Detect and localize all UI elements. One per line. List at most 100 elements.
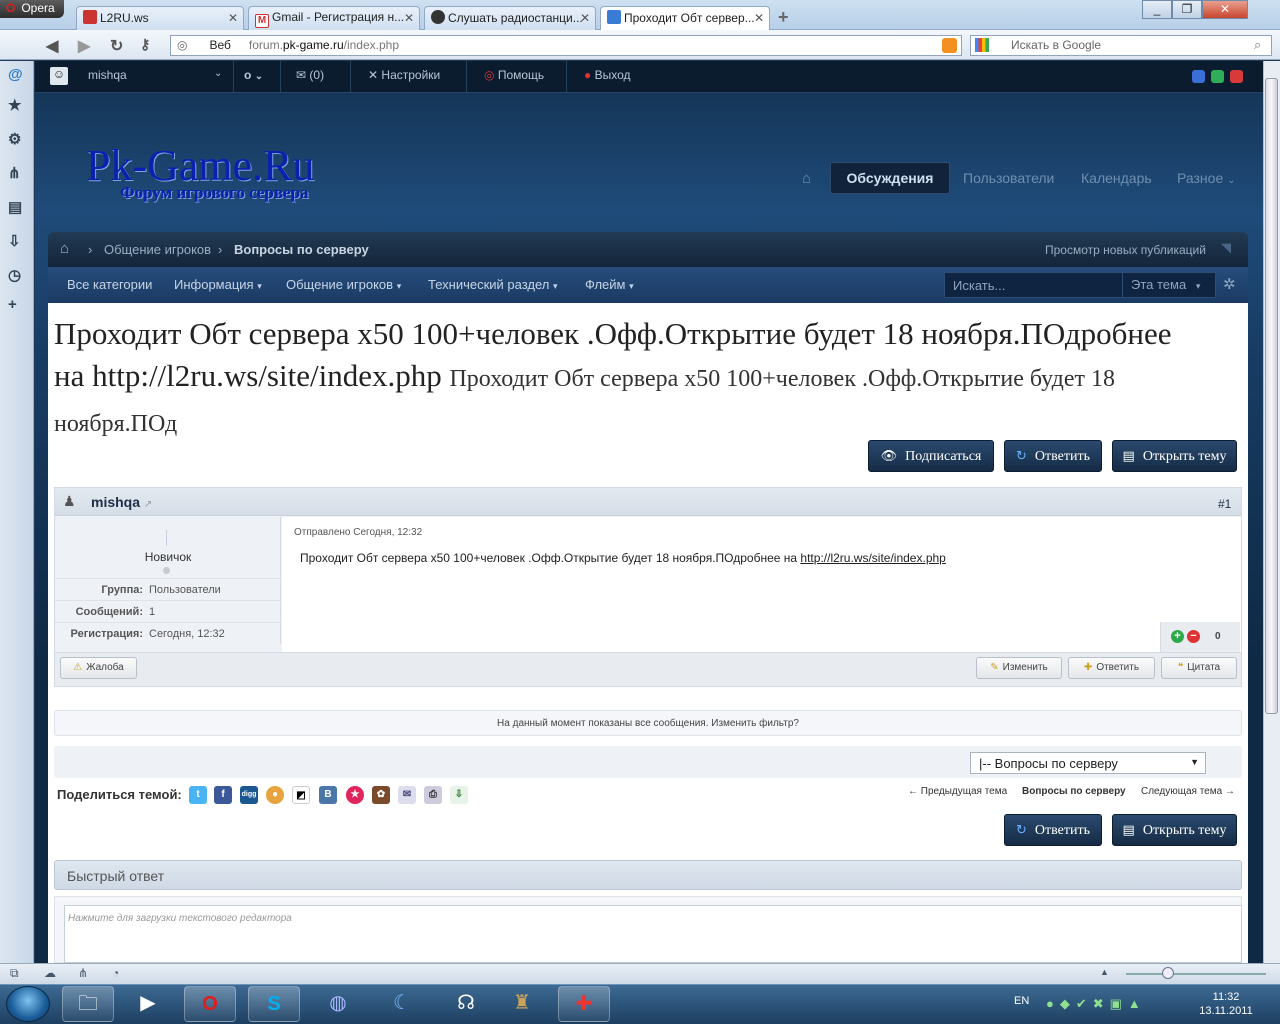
new-topic-button-bottom[interactable]: ▤ Открыть тему <box>1112 814 1237 846</box>
start-button[interactable] <box>6 986 50 1022</box>
opera-menu-button[interactable]: O Opera <box>0 0 64 18</box>
minimize-button[interactable]: _ <box>1142 0 1172 19</box>
cloud-icon[interactable]: ☁ <box>44 966 56 980</box>
google-icon[interactable] <box>975 38 989 52</box>
forward-icon[interactable]: ▶ <box>78 36 90 56</box>
rep-down-icon[interactable]: − <box>1187 630 1200 643</box>
blue-theme-button[interactable] <box>1192 70 1205 83</box>
unite-icon[interactable]: ⋔ <box>8 164 21 182</box>
notes-icon[interactable]: ▤ <box>8 198 22 216</box>
zoom-up-icon[interactable]: ▲ <box>1100 967 1109 977</box>
add-panel-icon[interactable]: + <box>8 296 17 313</box>
breadcrumb-item[interactable]: Общение игроков <box>104 242 211 257</box>
media-player-task-icon[interactable]: ▶ <box>122 986 174 1022</box>
quick-reply-editor[interactable]: Нажмите для загрузки текстового редактор… <box>64 905 1242 963</box>
external-link-icon[interactable]: ↗ <box>144 499 152 510</box>
rss-icon[interactable]: ◥ <box>1221 240 1231 256</box>
tab-gmail[interactable]: M Gmail - Регистрация н... ✕ <box>248 6 420 30</box>
nav-calendar[interactable]: Календарь <box>1081 170 1152 186</box>
facebook-icon[interactable]: f <box>214 786 232 804</box>
quote-button[interactable]: ❝ Цитата <box>1161 657 1237 679</box>
edit-button[interactable]: ✎ Изменить <box>976 657 1062 679</box>
close-tab-icon[interactable]: ✕ <box>754 11 764 25</box>
key-icon[interactable]: ⚷ <box>140 36 150 53</box>
home-icon[interactable]: ⌂ <box>60 240 69 257</box>
red-theme-button[interactable] <box>1230 70 1243 83</box>
settings-link[interactable]: ✕ Настройки <box>368 68 440 82</box>
health-task-icon[interactable]: ✚ <box>558 986 610 1022</box>
skype-task-icon[interactable]: S <box>248 986 300 1022</box>
reply-button[interactable]: ↻ Ответить <box>1004 440 1102 472</box>
delicious-icon[interactable]: ◩ <box>292 786 310 804</box>
history-icon[interactable]: ◷ <box>8 266 21 284</box>
tab-forum[interactable]: Проходит Обт сервер... ✕ <box>600 6 770 30</box>
post-link[interactable]: http://l2ru.ws/site/index.php <box>800 551 945 565</box>
user-avatar-icon[interactable]: ☺ <box>50 67 68 85</box>
reply-button-bottom[interactable]: ↻ Ответить <box>1004 814 1102 846</box>
logout-link[interactable]: ● Выход <box>584 68 631 82</box>
bookmarks-icon[interactable]: ★ <box>8 96 21 114</box>
downloads-icon[interactable]: ⇩ <box>8 232 21 250</box>
cat-info[interactable]: Информация ▾ <box>174 277 262 292</box>
nav-discussions[interactable]: Обсуждения <box>830 162 950 194</box>
forum-jump-select[interactable]: |-- Вопросы по серверу ▼ <box>970 752 1206 774</box>
panel-toggle-icon[interactable]: ⧉ <box>10 966 19 981</box>
cat-all[interactable]: Все категории <box>67 277 152 292</box>
buzz-icon[interactable]: ● <box>266 786 284 804</box>
opera-task-icon[interactable]: O <box>184 986 236 1022</box>
post-author[interactable]: mishqa ↗ <box>91 494 152 510</box>
cat-flame[interactable]: Флейм ▾ <box>585 277 634 292</box>
zoom-slider-handle[interactable] <box>1162 967 1174 979</box>
new-tab-icon[interactable]: + <box>778 7 789 28</box>
help-link[interactable]: ◎ Помощь <box>484 68 544 82</box>
address-field[interactable]: ◎ Веб forum.pk-game.ru/index.php <box>170 35 962 56</box>
scrollbar-thumb[interactable] <box>1265 78 1278 714</box>
tray-icons[interactable]: ●◆✔✖▣▲ <box>1046 996 1147 1012</box>
zoom-slider[interactable] <box>1126 973 1266 975</box>
reload-icon[interactable]: ↻ <box>110 36 123 56</box>
messenger-task-icon[interactable]: ◍ <box>312 986 364 1022</box>
explorer-task-icon[interactable]: 🗀 <box>62 986 114 1022</box>
headset-task-icon[interactable]: ☊ <box>440 986 492 1022</box>
twitter-icon[interactable]: t <box>189 786 207 804</box>
tab-radio[interactable]: Слушать радиостанци... ✕ <box>424 6 596 30</box>
close-tab-icon[interactable]: ✕ <box>404 11 414 25</box>
rep-up-icon[interactable]: + <box>1171 630 1184 643</box>
report-button[interactable]: ⚠ Жалоба <box>60 657 137 679</box>
moikrug-icon[interactable]: ✿ <box>372 786 390 804</box>
digg-icon[interactable]: digg <box>240 786 258 804</box>
post-number[interactable]: #1 <box>1218 497 1231 511</box>
system-clock[interactable]: 11:32 13.11.2011 <box>1196 990 1256 1018</box>
nav-misc[interactable]: Разное ⌄ <box>1177 170 1236 186</box>
restore-button[interactable]: ❐ <box>1172 0 1202 19</box>
qip-task-icon[interactable]: ☾ <box>376 986 428 1022</box>
view-new-posts-link[interactable]: Просмотр новых публикаций <box>1045 243 1206 257</box>
search-scope-select[interactable]: Эта тема ▾ <box>1122 272 1216 298</box>
subscribe-button[interactable]: 👁 Подписаться <box>868 440 994 472</box>
green-theme-button[interactable] <box>1211 70 1224 83</box>
back-icon[interactable]: ◀ <box>46 36 58 56</box>
vkontakte-icon[interactable]: B <box>319 786 337 804</box>
new-topic-button[interactable]: ▤ Открыть тему <box>1112 440 1237 472</box>
next-topic-link[interactable]: Следующая тема → <box>1141 786 1235 797</box>
star-share-icon[interactable]: ★ <box>346 786 364 804</box>
messages-link[interactable]: ✉ (0) <box>296 68 324 82</box>
print-icon[interactable]: ⎙ <box>424 786 442 804</box>
username-menu[interactable]: mishqa <box>88 68 127 82</box>
search-icon[interactable]: ⌕ <box>1254 37 1261 53</box>
post-reply-button[interactable]: ✚ Ответить <box>1068 657 1155 679</box>
nav-users[interactable]: Пользователи <box>963 170 1054 186</box>
cat-chat[interactable]: Общение игроков ▾ <box>286 277 401 292</box>
current-forum-link[interactable]: Вопросы по серверу <box>1022 786 1126 797</box>
language-indicator[interactable]: EN <box>1014 995 1029 1007</box>
rss-icon[interactable] <box>942 38 957 53</box>
lineage-task-icon[interactable]: ♜ <box>496 986 548 1022</box>
close-tab-icon[interactable]: ✕ <box>580 11 590 25</box>
tab-l2ru[interactable]: L2RU.ws ✕ <box>76 6 244 30</box>
mail-icon[interactable]: @ <box>8 66 23 83</box>
download-icon[interactable]: ⇩ <box>450 786 468 804</box>
close-window-button[interactable]: ✕ <box>1202 0 1248 19</box>
home-icon[interactable]: ⌂ <box>802 170 811 187</box>
google-search-field[interactable]: Искать в Google <box>970 35 1272 56</box>
close-tab-icon[interactable]: ✕ <box>228 11 238 25</box>
